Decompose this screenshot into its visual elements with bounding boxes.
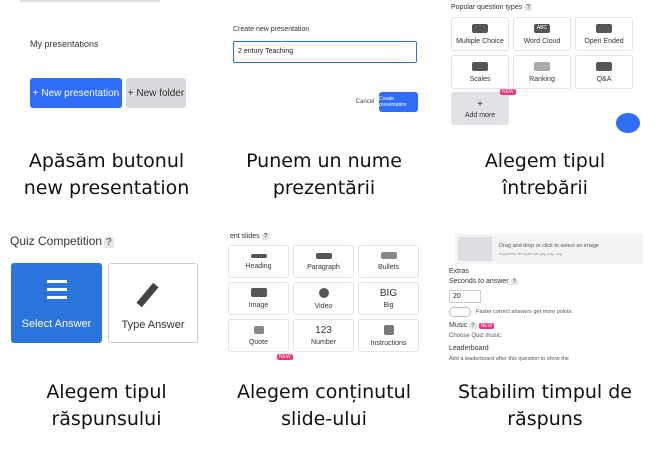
type-answer-label: Type Answer [121,319,185,331]
tile-ranking[interactable]: Ranking [513,55,571,89]
paragraph-icon [315,252,332,259]
pencil-icon [136,282,159,308]
list-icon [47,280,67,299]
panel-quiz-competition: Quiz Competition? Select Answer Type Ans… [8,230,203,350]
panel-question-types: Popular question types? Multiple Choice … [449,0,645,135]
tile-big[interactable]: BIG Big [358,282,419,315]
caption-question-type: Alegem tipul întrebării [484,150,606,199]
tile-image[interactable]: Image [228,282,289,315]
drop-text: Drag and drop or click to select an imag… [499,243,599,249]
new-badge: NEW [500,89,516,95]
quote-icon [253,325,264,334]
seconds-input[interactable]: 20 [449,290,481,303]
faster-answers-toggle[interactable] [449,307,471,317]
caption-new-presentation: Apăsăm butonul new presentation [23,150,190,199]
multiple-choice-icon [472,23,488,33]
presentation-name-input[interactable]: 2 entury Teaching [233,41,417,63]
panel-my-presentations: My presentations + New presentation + Ne… [10,0,210,120]
instructions-icon [383,324,394,335]
heading-icon [250,253,267,258]
help-icon[interactable]: ? [510,279,518,285]
new-folder-button[interactable]: + New folder [126,78,186,108]
music-label: Music? NEW [449,322,495,329]
top-divider [20,0,160,2]
seconds-label: Seconds to answer? [449,278,518,285]
open-ended-icon [596,23,612,33]
help-icon[interactable]: ? [104,237,114,248]
qa-icon [596,61,612,71]
tile-heading[interactable]: Heading [228,245,289,278]
question-types-title: Popular question types? [451,4,533,11]
create-presentation-label: Create new presentation [233,26,310,33]
tile-scales[interactable]: Scales [451,55,509,89]
leaderboard-label: Leaderboard [449,345,489,352]
tile-add-more[interactable]: + Add more [451,92,509,125]
big-icon: BIG [379,288,398,299]
content-slides-title: ent slides? [230,233,270,240]
panel-content-slides: ent slides? Heading Paragraph Bullets Im… [225,230,422,365]
panel-question-settings: Drag and drop or click to select an imag… [447,230,643,365]
drop-sub: Supported file types are jpg, png, svg [499,252,562,256]
tile-video[interactable]: Video [293,282,354,315]
help-icon[interactable]: ? [524,4,533,11]
tile-instructions[interactable]: Instructions [358,319,419,352]
word-cloud-icon: ABC [534,23,550,33]
tile-qa[interactable]: Q&A [575,55,633,89]
faster-answers-text: Faster correct answers get more points. [476,309,573,315]
tile-paragraph[interactable]: Paragraph [293,245,354,278]
bullets-icon [380,252,397,259]
caption-answer-type: Alegem tipul răspunsului [46,381,167,430]
quiz-competition-title: Quiz Competition? [10,234,114,248]
help-icon[interactable]: ? [261,233,270,240]
tile-number[interactable]: 123 Number [293,319,354,352]
number-icon: 123 [315,325,332,336]
play-icon [318,287,329,298]
leaderboard-text: Add a leaderboard after this question to… [449,356,569,362]
image-thumbnail [458,237,492,261]
new-presentation-button[interactable]: + New presentation [30,78,122,108]
select-answer-label: Select Answer [21,318,92,330]
scales-icon [472,61,488,71]
panel-create-presentation: Create new presentation 2 entury Teachin… [228,20,423,120]
caption-slide-content: Alegem conținutul slide-ului [237,381,411,430]
image-icon [250,288,267,297]
tile-bullets[interactable]: Bullets [358,245,419,278]
new-badge: NEW [478,323,495,329]
ranking-icon [534,61,550,71]
choose-music-link[interactable]: Choose Quiz music [449,333,501,339]
presentation-name-value: 2 entury Teaching [238,48,294,55]
create-presentation-button[interactable]: Create presentation [379,92,418,112]
caption-presentation-name: Punem un nume prezentării [246,150,402,199]
my-presentations-title: My presentations [30,39,99,49]
cancel-button[interactable]: Cancel [355,92,375,112]
chat-bubble-icon[interactable] [616,113,640,133]
help-icon[interactable]: ? [469,323,477,329]
caption-answer-time: Stabilim timpul de răspuns [457,381,632,430]
tile-quote[interactable]: Quote [228,319,289,352]
type-answer-option[interactable]: Type Answer [108,263,198,343]
tile-multiple-choice[interactable]: Multiple Choice [451,17,509,51]
tile-open-ended[interactable]: Open Ended [575,17,633,51]
new-badge: NEW [277,354,293,360]
tile-word-cloud[interactable]: ABC Word Cloud [513,17,571,51]
image-drop-zone[interactable]: Drag and drop or click to select an imag… [455,234,643,264]
extras-label: Extras [449,268,469,275]
plus-icon: + [477,98,483,110]
select-answer-option[interactable]: Select Answer [11,263,102,343]
